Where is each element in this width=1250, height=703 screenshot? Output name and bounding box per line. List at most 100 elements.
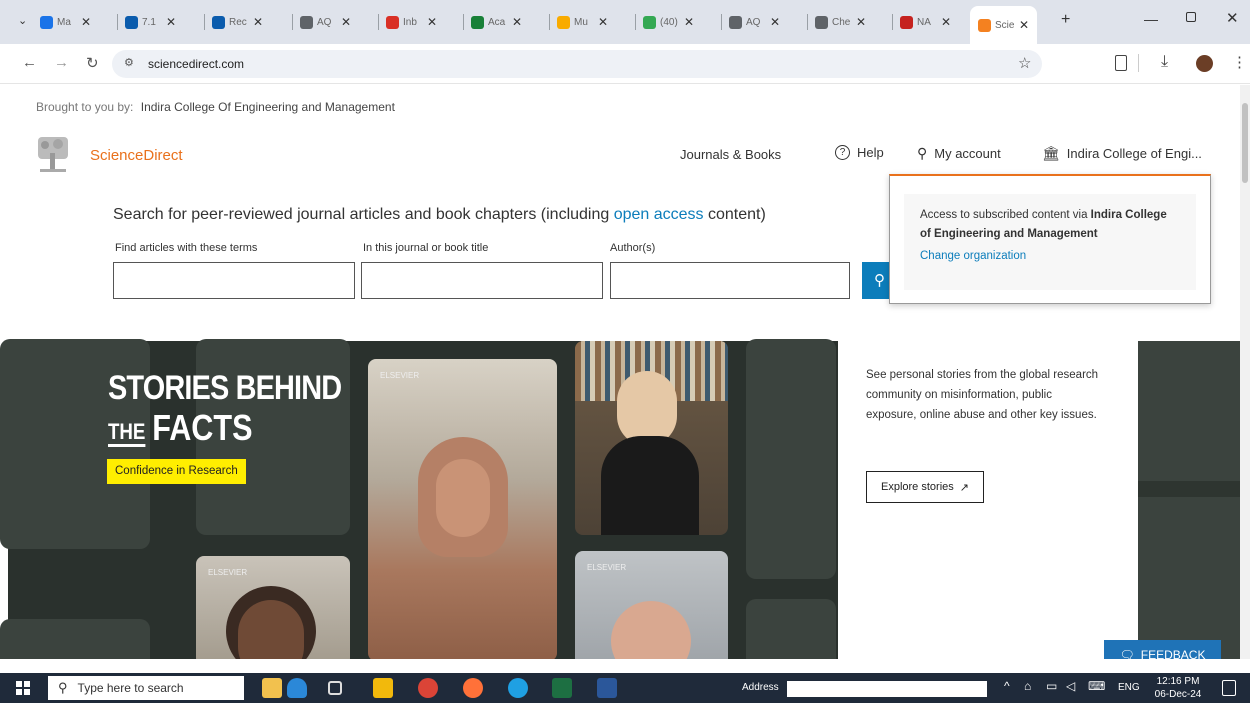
browser-tab[interactable]: AQ ✕ bbox=[729, 10, 780, 34]
user-app-icon[interactable] bbox=[287, 678, 307, 698]
windows-start-icon[interactable] bbox=[16, 681, 30, 695]
network-icon[interactable]: ⌂ bbox=[1024, 679, 1031, 693]
tab-title: Che bbox=[832, 16, 851, 28]
file-explorer-icon[interactable] bbox=[373, 678, 393, 698]
help-label: Help bbox=[857, 145, 884, 160]
tab-separator bbox=[292, 14, 293, 30]
tab-close-icon[interactable]: ✕ bbox=[166, 15, 176, 29]
journals-books-link[interactable]: Journals & Books bbox=[680, 147, 781, 162]
task-view-icon[interactable] bbox=[328, 681, 342, 695]
hero-title-line1: STORIES BEHIND bbox=[108, 369, 342, 407]
tab-title: 7.1 bbox=[142, 16, 156, 28]
paint-app-icon[interactable] bbox=[262, 678, 282, 698]
feedback-button[interactable]: 🗨 FEEDBACK bbox=[1104, 640, 1221, 659]
elsevier-mark: ELSEVIER bbox=[208, 568, 248, 577]
reload-icon[interactable]: ↻ bbox=[86, 54, 99, 72]
tab-close-icon[interactable]: ✕ bbox=[512, 15, 522, 29]
word-icon[interactable] bbox=[597, 678, 617, 698]
browser-tab[interactable]: Aca ✕ bbox=[471, 10, 522, 34]
help-icon: ? bbox=[835, 145, 850, 160]
field-terms-label: Find articles with these terms bbox=[115, 242, 258, 254]
chat-bubble-icon: 🗨 bbox=[1119, 648, 1135, 659]
profile-avatar[interactable] bbox=[1196, 55, 1213, 72]
tab-close-icon[interactable]: ✕ bbox=[856, 15, 866, 29]
edge-icon[interactable] bbox=[508, 678, 528, 698]
browser-tab[interactable]: AQ ✕ bbox=[300, 10, 351, 34]
notifications-icon[interactable] bbox=[1222, 680, 1236, 696]
terms-input[interactable] bbox=[113, 262, 355, 299]
browser-tab[interactable]: Ma ✕ bbox=[40, 10, 91, 34]
language-indicator[interactable]: ENG bbox=[1118, 682, 1140, 693]
elsevier-tree-logo-icon[interactable] bbox=[36, 135, 70, 175]
taskbar-search-box[interactable]: ⚲ Type here to search bbox=[48, 676, 244, 700]
site-info-icon[interactable]: ⚙ bbox=[124, 56, 134, 69]
address-bar[interactable]: ⚙ sciencedirect.com ☆ bbox=[112, 50, 1042, 78]
tab-search-chevron-icon[interactable]: ⌄ bbox=[18, 14, 27, 27]
tab-close-icon[interactable]: ✕ bbox=[81, 15, 91, 29]
search-heading: Search for peer-reviewed journal article… bbox=[113, 206, 766, 224]
institution-link[interactable]: 🏛 Indira College of Engi... bbox=[1042, 145, 1202, 162]
hero-title-the: THE bbox=[108, 420, 146, 447]
clock-date: 06-Dec-24 bbox=[1154, 689, 1202, 700]
author-input[interactable] bbox=[610, 262, 850, 299]
tab-title: Inb bbox=[403, 16, 417, 28]
tab-close-icon[interactable]: ✕ bbox=[770, 15, 780, 29]
tab-close-icon[interactable]: ✕ bbox=[684, 15, 694, 29]
browser-tab[interactable]: Inb ✕ bbox=[386, 10, 437, 34]
taskbar-address-input[interactable] bbox=[787, 681, 987, 697]
address-toolbar-label: Address bbox=[742, 682, 779, 693]
back-icon[interactable]: ← bbox=[22, 54, 37, 71]
journal-input[interactable] bbox=[361, 262, 603, 299]
battery-icon[interactable]: ▭ bbox=[1046, 679, 1057, 693]
explore-stories-button[interactable]: Explore stories ↗ bbox=[866, 471, 984, 503]
tab-close-icon[interactable]: ✕ bbox=[427, 15, 437, 29]
tab-close-icon[interactable]: ✕ bbox=[253, 15, 263, 29]
my-account-label: My account bbox=[934, 146, 1001, 161]
browser-tab[interactable]: 7.1 ✕ bbox=[125, 10, 176, 34]
scrollbar-thumb[interactable] bbox=[1242, 103, 1248, 183]
tab-close-icon[interactable]: ✕ bbox=[341, 15, 351, 29]
feedback-label: FEEDBACK bbox=[1140, 648, 1206, 659]
new-tab-button[interactable]: + bbox=[1061, 11, 1070, 29]
browser-tab[interactable]: Che ✕ bbox=[815, 10, 866, 34]
bookmark-star-icon[interactable]: ☆ bbox=[1018, 54, 1031, 72]
tray-chevron-icon[interactable]: ^ bbox=[1004, 679, 1010, 693]
tab-separator bbox=[117, 14, 118, 30]
forward-icon[interactable]: → bbox=[54, 54, 69, 71]
excel-icon[interactable] bbox=[552, 678, 572, 698]
chrome-icon[interactable] bbox=[418, 678, 438, 698]
browser-tab[interactable]: Mu ✕ bbox=[557, 10, 608, 34]
open-access-link[interactable]: open access bbox=[614, 206, 704, 223]
face-shape bbox=[617, 371, 677, 446]
change-organization-link[interactable]: Change organization bbox=[920, 250, 1026, 262]
download-icon[interactable]: ⤓ bbox=[1161, 53, 1168, 71]
restore-icon[interactable] bbox=[1186, 12, 1196, 22]
help-link[interactable]: ? Help bbox=[835, 145, 884, 160]
tab-favicon-icon bbox=[212, 15, 225, 29]
tab-active[interactable]: Scie ✕ bbox=[970, 6, 1038, 44]
close-window-icon[interactable]: ✕ bbox=[1226, 9, 1239, 27]
tab-close-icon[interactable]: ✕ bbox=[598, 15, 608, 29]
browser-toolbar: ← → ↻ ⚙ sciencedirect.com ☆ ⤓ ⋮ bbox=[0, 44, 1250, 84]
browser-tab[interactable]: NA ✕ bbox=[900, 10, 951, 34]
brought-by-prefix: Brought to you by: bbox=[36, 100, 134, 114]
tab-title: Aca bbox=[488, 16, 506, 28]
browser-tab[interactable]: (40) ✕ bbox=[643, 10, 694, 34]
clock-time: 12:16 PM bbox=[1156, 676, 1200, 687]
volume-icon[interactable]: ◁ bbox=[1066, 679, 1075, 693]
person-icon: ⚲ bbox=[917, 145, 928, 161]
clock[interactable]: 12:16 PM 06-Dec-24 bbox=[1148, 675, 1208, 701]
browser-tab[interactable]: Rec ✕ bbox=[212, 10, 263, 34]
firefox-icon[interactable] bbox=[463, 678, 483, 698]
minimize-icon[interactable]: — bbox=[1144, 11, 1158, 27]
page-scrollbar[interactable] bbox=[1240, 85, 1250, 659]
my-account-link[interactable]: ⚲ My account bbox=[917, 145, 1001, 162]
tab-close-icon[interactable]: ✕ bbox=[941, 15, 951, 29]
tab-close-icon[interactable]: ✕ bbox=[1019, 18, 1029, 32]
popup-line1: Access to subscribed content via bbox=[920, 209, 1091, 221]
keyboard-icon[interactable]: ⌨ bbox=[1088, 679, 1105, 693]
extensions-icon[interactable] bbox=[1115, 55, 1127, 71]
sciencedirect-logo-text[interactable]: ScienceDirect bbox=[90, 147, 183, 164]
browser-menu-icon[interactable]: ⋮ bbox=[1232, 53, 1247, 71]
browser-tab-strip: ⌄ Ma ✕ 7.1 ✕ Rec ✕ AQ ✕ Inb ✕ Aca ✕ Mu ✕ (40) ✕ AQ ✕ Che ✕ N… bbox=[0, 0, 1250, 44]
